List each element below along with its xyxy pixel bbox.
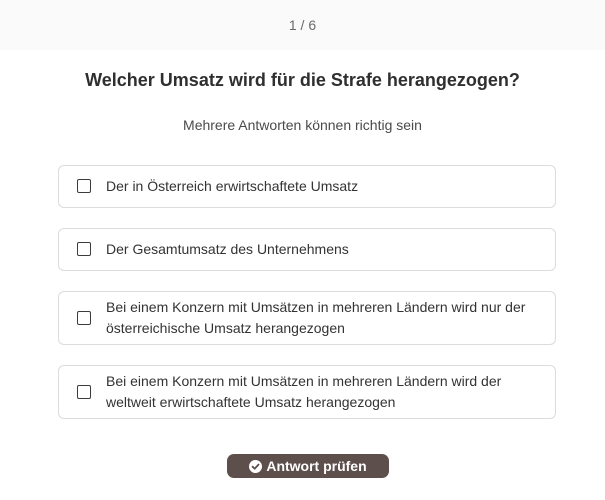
checkbox[interactable]: [77, 311, 91, 325]
answer-label: Der in Österreich erwirtschaftete Umsatz: [106, 178, 359, 194]
checkbox[interactable]: [77, 179, 91, 193]
quiz-page: 1 / 6 Welcher Umsatz wird für die Strafe…: [0, 0, 605, 500]
answer-label: Bei einem Konzern mit Umsätzen in mehrer…: [106, 373, 502, 410]
answer-option-3[interactable]: Bei einem Konzern mit Umsätzen in mehrer…: [58, 291, 556, 345]
answer-option-2[interactable]: Der Gesamtumsatz des Unternehmens: [58, 228, 556, 271]
check-answer-button[interactable]: Antwort prüfen: [227, 454, 389, 478]
answer-label: Bei einem Konzern mit Umsätzen in mehrer…: [106, 299, 526, 336]
answer-label: Der Gesamtumsatz des Unternehmens: [106, 241, 349, 257]
progress-bar: 1 / 6: [0, 0, 605, 50]
question-hint: Mehrere Antworten können richtig sein: [183, 117, 422, 133]
question-counter: 1 / 6: [288, 17, 317, 33]
answer-option-1[interactable]: Der in Österreich erwirtschaftete Umsatz: [58, 165, 556, 208]
check-answer-label: Antwort prüfen: [266, 458, 367, 474]
checkbox[interactable]: [77, 242, 91, 256]
checkbox[interactable]: [77, 385, 91, 399]
question-title: Welcher Umsatz wird für die Strafe heran…: [85, 70, 520, 90]
check-circle-icon: [249, 459, 263, 473]
answer-option-4[interactable]: Bei einem Konzern mit Umsätzen in mehrer…: [58, 365, 556, 419]
